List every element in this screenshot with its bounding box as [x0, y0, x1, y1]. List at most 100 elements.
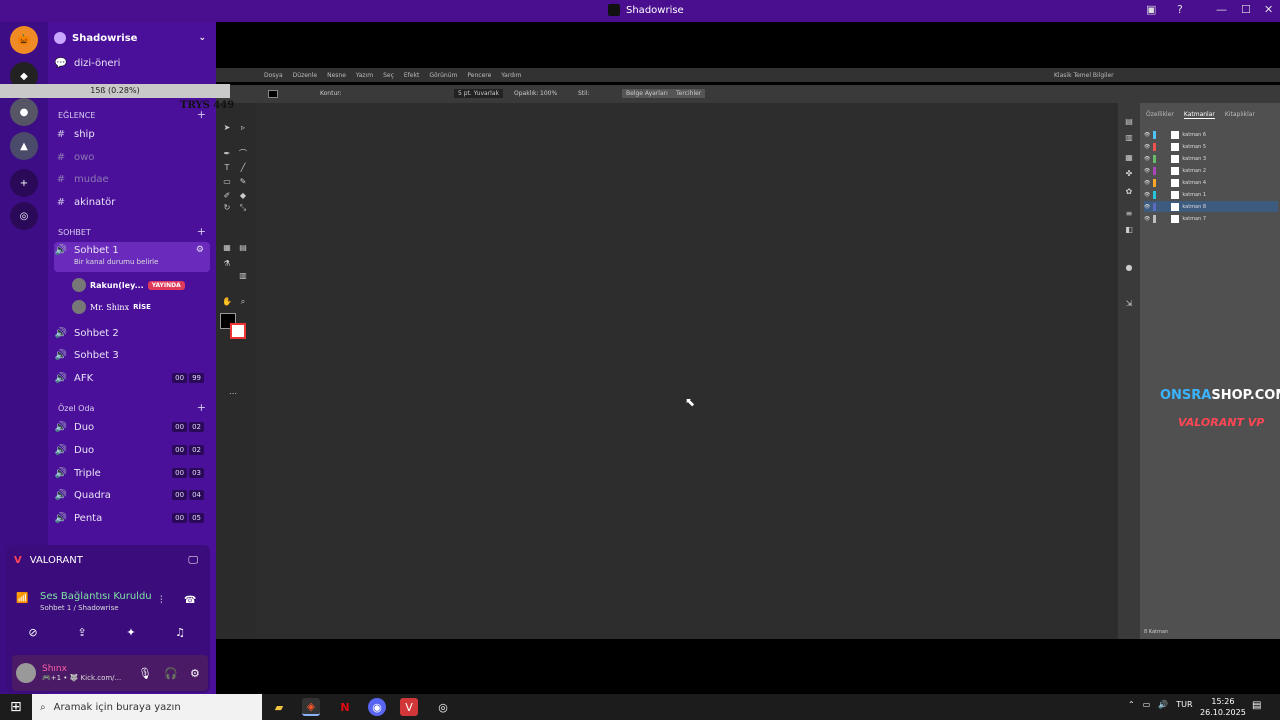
voice-member-2[interactable]: Mr. Shinx RİSE — [72, 300, 151, 314]
appearance-panel-icon[interactable]: ● — [1124, 263, 1134, 273]
inbox-icon[interactable]: ▣ — [1146, 3, 1156, 16]
eye-icon[interactable]: 👁 — [1144, 180, 1150, 186]
stroke-color-swatch[interactable] — [230, 323, 246, 339]
gradient-panel-icon[interactable]: ◧ — [1124, 225, 1134, 235]
layer-row[interactable]: 👁 katman 4 — [1144, 177, 1278, 188]
tab-layers[interactable]: Katmanlar — [1183, 111, 1215, 119]
pen-tool-icon[interactable]: ✒ — [222, 149, 232, 159]
settings-gear-icon[interactable]: ⚙ — [190, 667, 200, 680]
voice-channel-sohbet-2[interactable]: 🔊 Sohbet 2 — [54, 324, 210, 342]
preferences-button[interactable]: Tercihler — [672, 89, 706, 98]
file-explorer-icon[interactable]: ▰ — [270, 698, 288, 716]
scale-tool-icon[interactable]: ⤡ — [238, 203, 248, 213]
chevron-up-icon[interactable]: ⌃ — [1128, 700, 1135, 709]
voice-channel-penta[interactable]: 🔊 Penta 00 05 — [54, 509, 210, 527]
category-eglence[interactable]: EĞLENCE + — [58, 109, 206, 120]
language-indicator[interactable]: TUR — [1176, 700, 1192, 709]
rotate-tool-icon[interactable]: ↻ — [222, 203, 232, 213]
voice-channel-quadra[interactable]: 🔊 Quadra 00 04 — [54, 486, 210, 504]
notification-icon[interactable]: ▤ — [1252, 700, 1261, 711]
hand-tool-icon[interactable]: ✋ — [222, 297, 232, 307]
opacity-value[interactable]: 100% — [540, 90, 557, 97]
voice-channel-afk[interactable]: 🔊 AFK 00 99 — [54, 369, 210, 387]
settings-gear-icon[interactable]: ⚙ — [196, 245, 204, 255]
channel-mudae[interactable]: # mudae — [54, 170, 210, 188]
illustrator-canvas[interactable] — [256, 103, 1118, 639]
eye-icon[interactable]: 👁 — [1144, 156, 1150, 162]
workspace-switcher[interactable]: Klasik Temel Bilgiler — [1054, 72, 1114, 79]
add-channel-icon[interactable]: + — [197, 402, 206, 413]
channel-owo[interactable]: # owo — [54, 148, 210, 166]
netflix-icon[interactable]: N — [336, 698, 354, 716]
menu-item[interactable]: Nesne — [327, 72, 346, 79]
eye-icon[interactable]: 👁 — [1144, 132, 1150, 138]
channel-ship[interactable]: # ship — [54, 125, 210, 143]
connection-status[interactable]: Ses Bağlantısı Kuruldu — [40, 591, 152, 602]
layer-row[interactable]: 👁 katman 3 — [1144, 153, 1278, 164]
symbols-panel-icon[interactable]: ✿ — [1124, 187, 1134, 197]
direct-selection-tool-icon[interactable]: ▹ — [238, 123, 248, 133]
eraser-tool-icon[interactable]: ◆ — [238, 191, 248, 201]
volume-icon[interactable]: 🔊 — [1158, 700, 1168, 709]
curvature-tool-icon[interactable]: ⌒ — [238, 149, 248, 159]
voice-member-1[interactable]: Rakun(ley... YAYINDA — [72, 278, 185, 292]
menu-item[interactable]: Düzenle — [293, 72, 317, 79]
eye-icon[interactable]: 👁 — [1144, 204, 1150, 210]
shaper-tool-icon[interactable]: ✐ — [222, 191, 232, 201]
eye-icon[interactable]: 👁 — [1144, 144, 1150, 150]
layer-row[interactable]: 👁 katman 6 — [1144, 129, 1278, 140]
minimize-button[interactable]: — — [1216, 3, 1227, 16]
zoom-tool-icon[interactable]: ⌕ — [238, 297, 248, 307]
brushes-panel-icon[interactable]: ✤ — [1124, 169, 1134, 179]
voice-channel-duo-2[interactable]: 🔊 Duo 00 02 — [54, 441, 210, 459]
server-header[interactable]: Shadowrise ⌄ — [54, 28, 210, 48]
microphone-icon[interactable]: 🎙 — [138, 667, 152, 680]
user-panel[interactable]: Shınx 🎮+1 • 🐺 Kick.com/... 🎙 🎧 ⚙ — [12, 655, 208, 691]
tab-properties[interactable]: Özellikler — [1146, 111, 1174, 119]
layer-row-selected[interactable]: 👁 katman 8 — [1144, 201, 1278, 212]
valorant-icon[interactable]: V — [400, 698, 418, 716]
voice-channel-sohbet-3[interactable]: 🔊 Sohbet 3 — [54, 346, 210, 364]
eye-icon[interactable]: 👁 — [1144, 168, 1150, 174]
noise-suppression-icon[interactable]: ⫶ — [160, 595, 163, 606]
menu-item[interactable]: Seç — [383, 72, 394, 79]
properties-panel-icon[interactable]: ▤ — [1124, 117, 1134, 127]
fill-swatch[interactable] — [268, 90, 278, 98]
export-panel-icon[interactable]: ⇲ — [1124, 299, 1134, 309]
share-screen-button[interactable]: ⇪ — [63, 621, 101, 643]
brush-tool-icon[interactable]: ✎ — [238, 177, 248, 187]
layer-row[interactable]: 👁 katman 2 — [1144, 165, 1278, 176]
menu-item[interactable]: Dosya — [264, 72, 283, 79]
tab-libraries[interactable]: Kitaplıklar — [1225, 111, 1255, 119]
eyedropper-tool-icon[interactable]: ⚗ — [222, 259, 232, 269]
voice-channel-triple[interactable]: 🔊 Triple 00 03 — [54, 464, 210, 482]
network-icon[interactable]: ▭ — [1143, 700, 1151, 709]
add-channel-icon[interactable]: + — [197, 109, 206, 120]
swatches-panel-icon[interactable]: ▦ — [1124, 153, 1134, 163]
riot-client-icon[interactable]: ◎ — [434, 698, 452, 716]
clock[interactable]: 15:26 26.10.2025 — [1200, 696, 1246, 718]
camera-off-button[interactable]: ⊘ — [14, 621, 52, 643]
voice-channel-duo-1[interactable]: 🔊 Duo 00 02 — [54, 418, 210, 436]
gradient-tool-icon[interactable]: ▦ — [222, 243, 232, 253]
soundboard-button[interactable]: ♫ — [161, 621, 199, 643]
menu-item[interactable]: Efekt — [404, 72, 419, 79]
screen-share-icon[interactable]: 🖵 — [188, 555, 198, 566]
category-ozel-oda[interactable]: Özel Oda + — [58, 402, 206, 413]
brave-browser-icon[interactable]: ◈ — [302, 698, 320, 716]
document-setup-button[interactable]: Belge Ayarları — [622, 89, 672, 98]
mesh-tool-icon[interactable]: ▤ — [238, 243, 248, 253]
connection-channel[interactable]: Sohbet 1 / Shadowrise — [40, 604, 119, 612]
stroke-panel-icon[interactable]: ≡ — [1124, 209, 1134, 219]
voice-channel-sohbet-1[interactable]: 🔊 Sohbet 1 Bir kanal durumu belirle ⚙ — [54, 242, 210, 272]
menu-item[interactable]: Yazım — [356, 72, 373, 79]
channel-dizi-oneri[interactable]: 💬 dizi-öneri — [54, 54, 210, 72]
graph-tool-icon[interactable]: ▥ — [238, 271, 248, 281]
server-icon-1[interactable]: 🎃 — [10, 26, 38, 54]
add-channel-icon[interactable]: + — [197, 226, 206, 237]
brush-select[interactable]: 5 pt. Yuvarlak — [454, 89, 503, 98]
selection-tool-icon[interactable]: ➤ — [222, 123, 232, 133]
line-tool-icon[interactable]: ╱ — [238, 163, 248, 173]
channel-akinator[interactable]: # akinatör — [54, 193, 210, 211]
menu-item[interactable]: Yardım — [501, 72, 521, 79]
